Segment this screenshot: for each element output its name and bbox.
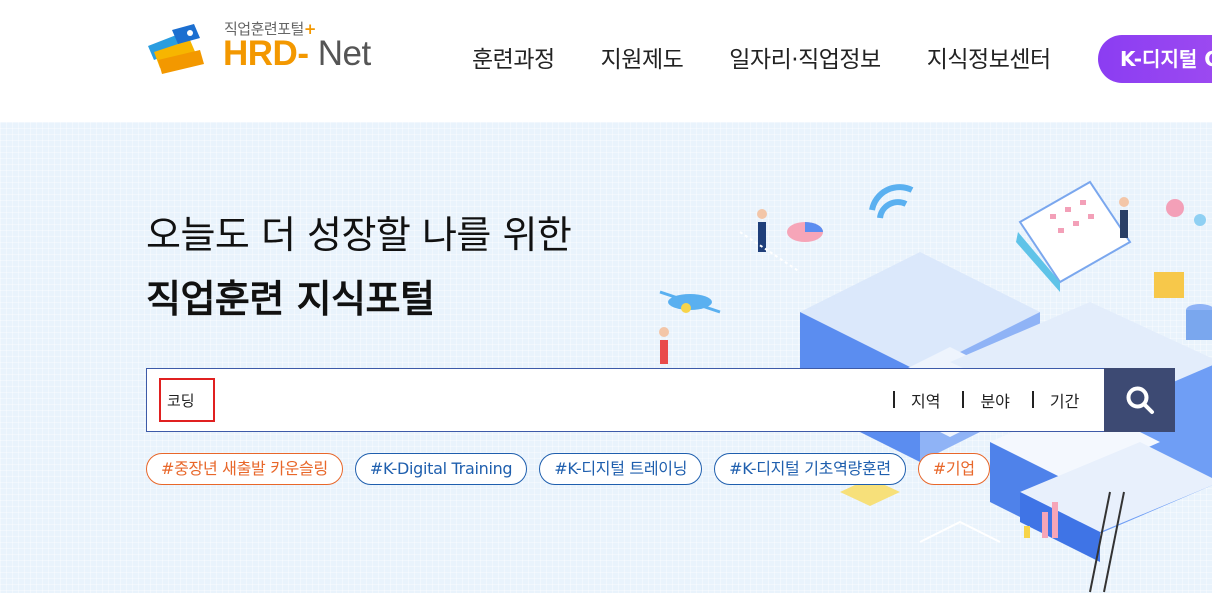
hrd-net-logo[interactable]: 직업훈련포털+ HRD- Net — [144, 18, 394, 80]
tag-company[interactable]: #기업 — [917, 453, 990, 485]
search-bar: 지역 분야 기간 — [146, 368, 1175, 432]
tag-midcareer-counseling[interactable]: #중장년 새출발 카운슬링 — [146, 453, 343, 485]
search-icon — [1126, 386, 1154, 414]
filter-region[interactable]: 지역 — [893, 388, 940, 412]
main-nav: 훈련과정 지원제도 일자리·직업정보 지식정보센터 — [472, 40, 1097, 74]
filter-field[interactable]: 분야 — [962, 388, 1010, 412]
search-input[interactable] — [159, 378, 215, 422]
tag-k-digital-training-en[interactable]: #K-Digital Training — [354, 453, 528, 485]
site-header: 직업훈련포털+ HRD- Net 훈련과정 지원제도 일자리·직업정보 지식정보… — [0, 0, 1212, 122]
nav-item-job-info[interactable]: 일자리·직업정보 — [729, 40, 881, 74]
logo-icon — [148, 24, 204, 74]
search-filters: 지역 분야 기간 — [893, 388, 1101, 412]
nav-item-knowledge-center[interactable]: 지식정보센터 — [927, 40, 1051, 74]
search-button[interactable] — [1104, 368, 1175, 432]
tag-k-digital-training-ko[interactable]: #K-디지털 트레이닝 — [539, 453, 703, 485]
k-digital-button[interactable]: K-디지털 C — [1098, 35, 1212, 83]
nav-item-training-courses[interactable]: 훈련과정 — [472, 40, 555, 74]
hero-section: 오늘도 더 성장할 나를 위한 직업훈련 지식포털 지역 분야 기간 #중장년 … — [0, 122, 1212, 593]
hashtag-list: #중장년 새출발 카운슬링 #K-Digital Training #K-디지털… — [146, 453, 1002, 485]
filter-period[interactable]: 기간 — [1031, 388, 1079, 412]
nav-item-support-system[interactable]: 지원제도 — [601, 40, 684, 74]
logo-wordmark: HRD- Net — [223, 34, 371, 73]
hero-headline: 오늘도 더 성장할 나를 위한 — [146, 213, 572, 257]
hero-subheadline: 직업훈련 지식포털 — [146, 277, 435, 321]
tag-k-digital-basic[interactable]: #K-디지털 기초역량훈련 — [714, 453, 906, 485]
